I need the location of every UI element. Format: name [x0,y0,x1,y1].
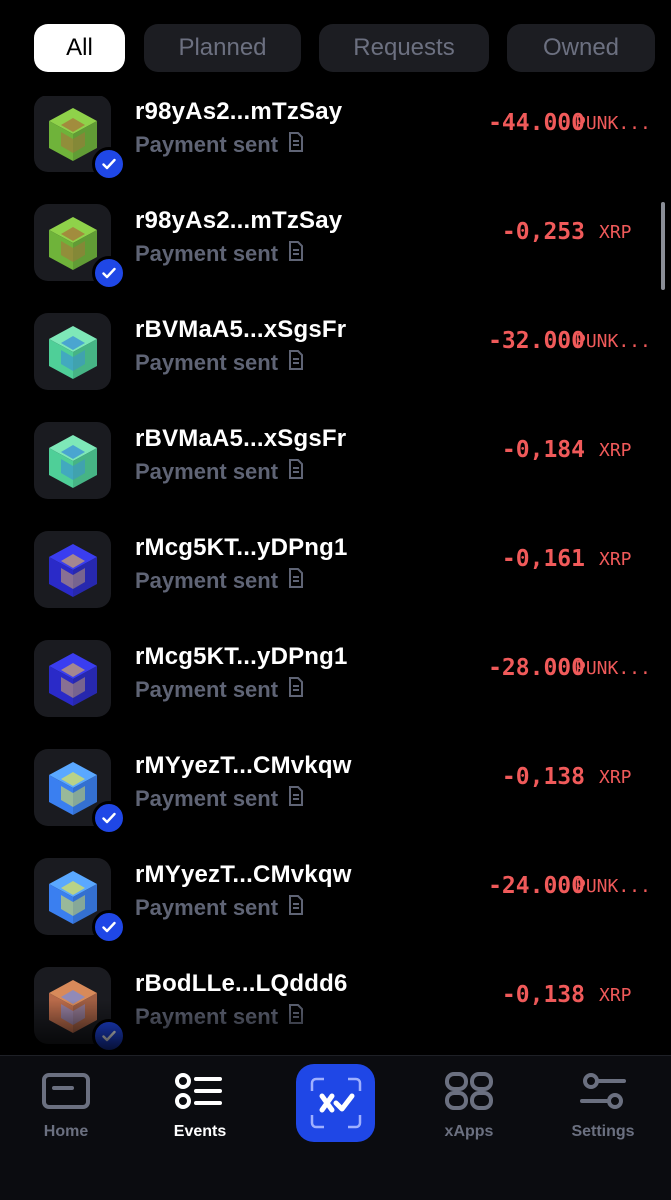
nav-home-label: Home [43,1123,89,1140]
nav-events-label: Events [173,1123,227,1140]
event-status-label: Payment sent [135,241,279,266]
event-address: rMYyezT...CMvkqw [135,752,352,779]
verified-badge-icon [92,256,126,290]
document-icon [288,132,304,158]
token-avatar-icon [34,422,111,499]
event-list[interactable]: r98yAs2...mTzSay Payment sent -44.000 PUNK.… [0,96,671,1054]
event-address: rBodLLe...LQddd6 [135,970,348,997]
settings-icon [580,1073,626,1109]
event-currency: XRP [599,767,632,788]
event-currency: XRP [599,222,632,243]
event-currency: XRP [599,985,632,1006]
scan-button[interactable] [296,1064,375,1142]
event-amount: -0,138 [501,982,585,1008]
event-currency: XRP [599,440,632,461]
document-icon [288,1004,304,1030]
event-row[interactable]: rMYyezT...CMvkqw Payment sent -0,138 XRP [0,735,671,844]
event-amount: -24.000 [488,873,585,899]
event-status-label: Payment sent [135,1004,279,1029]
document-icon [288,677,304,703]
home-icon [42,1073,90,1109]
event-address: rMcg5KT...yDPng1 [135,534,348,561]
tab-all[interactable]: All [34,24,125,72]
event-row[interactable]: r98yAs2...mTzSay Payment sent -44.000 PUNK.… [0,96,671,190]
nav-home[interactable]: Home [11,1072,121,1141]
event-currency: PUNK... [575,658,651,679]
scrollbar[interactable] [661,202,665,290]
event-currency: PUNK... [575,331,651,352]
nav-xapps[interactable]: xApps [414,1072,524,1141]
event-currency: PUNK... [575,876,651,897]
event-status-label: Payment sent [135,786,279,811]
event-status: Payment sent [135,241,304,267]
event-amount: -0,184 [501,437,585,463]
tab-owned[interactable]: Owned [507,24,655,72]
event-status: Payment sent [135,132,304,158]
event-status-label: Payment sent [135,677,279,702]
verified-badge-icon [92,801,126,835]
token-avatar-icon [34,531,111,608]
nav-xapps-label: xApps [444,1123,494,1140]
event-status: Payment sent [135,786,304,812]
event-status-label: Payment sent [135,568,279,593]
event-status: Payment sent [135,677,304,703]
event-amount: -0,161 [501,546,585,572]
nav-settings-label: Settings [571,1123,635,1140]
event-address: r98yAs2...mTzSay [135,207,343,234]
event-amount: -32.000 [488,328,585,354]
xapps-icon [445,1072,493,1110]
event-row[interactable]: rMYyezT...CMvkqw Payment sent -24.000 PUNK.… [0,844,671,953]
events-icon [175,1073,222,1109]
event-address: rMYyezT...CMvkqw [135,861,352,888]
document-icon [288,895,304,921]
event-row[interactable]: rBodLLe...LQddd6 Payment sent -0,138 XRP [0,953,671,1054]
filter-tabs: All Planned Requests Owned [34,24,671,74]
event-status-label: Payment sent [135,895,279,920]
event-row[interactable]: rMcg5KT...yDPng1 Payment sent -28.000 PUNK.… [0,626,671,735]
event-currency: PUNK... [575,113,651,134]
event-address: rBVMaA5...xSgsFr [135,316,347,343]
event-amount: -0,138 [501,764,585,790]
tab-planned[interactable]: Planned [144,24,301,72]
nav-events[interactable]: Events [145,1072,255,1141]
document-icon [288,568,304,594]
bottom-nav: Home Events xApps Settings [0,1055,671,1200]
event-currency: XRP [599,549,632,570]
document-icon [288,350,304,376]
document-icon [288,241,304,267]
token-avatar-icon [34,640,111,717]
scan-icon [310,1077,361,1129]
event-status: Payment sent [135,459,304,485]
document-icon [288,786,304,812]
event-amount: -0,253 [501,219,585,245]
event-status: Payment sent [135,350,304,376]
event-row[interactable]: rBVMaA5...xSgsFr Payment sent -0,184 XRP [0,408,671,517]
event-address: r98yAs2...mTzSay [135,98,343,125]
event-status-label: Payment sent [135,350,279,375]
event-row[interactable]: rMcg5KT...yDPng1 Payment sent -0,161 XRP [0,517,671,626]
event-row[interactable]: rBVMaA5...xSgsFr Payment sent -32.000 PUNK.… [0,299,671,408]
event-status-label: Payment sent [135,459,279,484]
event-status-label: Payment sent [135,132,279,157]
event-status: Payment sent [135,1004,304,1030]
event-address: rBVMaA5...xSgsFr [135,425,347,452]
tab-requests[interactable]: Requests [319,24,489,72]
event-row[interactable]: r98yAs2...mTzSay Payment sent -0,253 XRP [0,190,671,299]
nav-settings[interactable]: Settings [548,1072,658,1141]
event-address: rMcg5KT...yDPng1 [135,643,348,670]
verified-badge-icon [92,910,126,944]
verified-badge-icon [92,1019,126,1053]
event-amount: -44.000 [488,110,585,136]
event-amount: -28.000 [488,655,585,681]
token-avatar-icon [34,313,111,390]
event-status: Payment sent [135,895,304,921]
verified-badge-icon [92,147,126,181]
document-icon [288,459,304,485]
event-status: Payment sent [135,568,304,594]
